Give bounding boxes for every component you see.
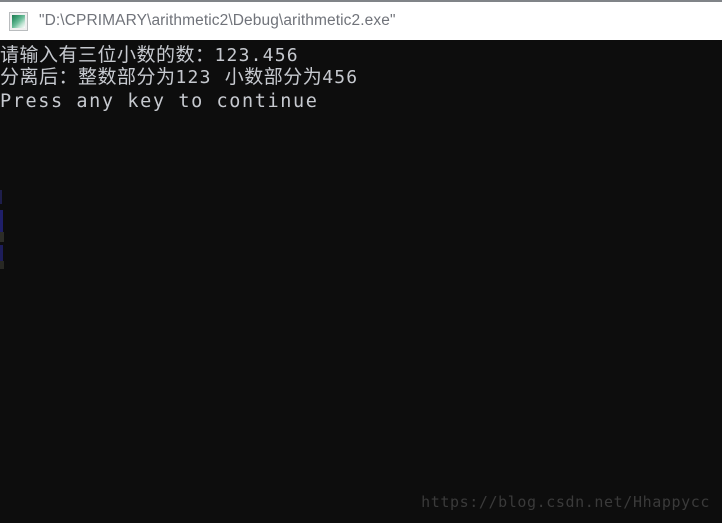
edge-artifact-2 [0, 210, 3, 232]
edge-artifact-4 [0, 245, 3, 261]
edge-artifact-3 [0, 232, 4, 242]
console-line-result: 分离后：整数部分为123 小数部分为456 [0, 66, 358, 89]
watermark-url: https://blog.csdn.net/Hhappycc [421, 493, 710, 511]
title-bar[interactable]: "D:\CPRIMARY\arithmetic2\Debug\arithmeti… [0, 0, 722, 40]
window-title: "D:\CPRIMARY\arithmetic2\Debug\arithmeti… [39, 12, 396, 30]
console-output-area[interactable]: 请输入有三位小数的数：123.456 分离后：整数部分为123 小数部分为456… [0, 40, 722, 523]
result-separator-label: 小数部分为 [211, 66, 323, 88]
prompt-label: 请输入有三位小数的数： [0, 44, 215, 66]
entered-value: 123.456 [214, 45, 299, 66]
console-window: "D:\CPRIMARY\arithmetic2\Debug\arithmeti… [0, 0, 722, 523]
press-any-key-message: Press any key to continue [0, 91, 319, 112]
console-line-prompt: 请输入有三位小数的数：123.456 [0, 44, 299, 67]
edge-artifact-5 [0, 261, 4, 269]
result-label: 分离后：整数部分为 [0, 66, 176, 88]
fraction-part-value: 456 [322, 67, 359, 88]
edge-artifact-1 [0, 190, 2, 204]
console-window-icon [9, 12, 28, 31]
console-icon-glyph [12, 15, 25, 28]
integer-part-value: 123 [175, 67, 212, 88]
